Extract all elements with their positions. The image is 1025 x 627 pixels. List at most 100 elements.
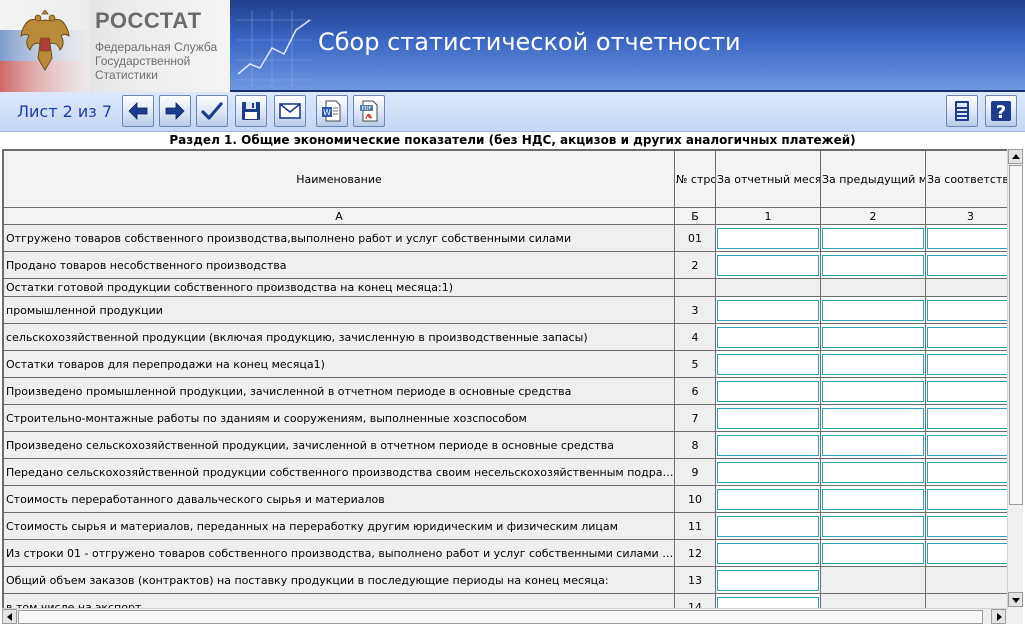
current-month-input[interactable] — [717, 461, 819, 483]
current-month-input[interactable] — [717, 380, 819, 402]
previous-month-input[interactable] — [822, 299, 924, 321]
row-number: 7 — [674, 404, 716, 432]
previous-month-input[interactable] — [822, 461, 924, 483]
row-name: Остатки готовой продукции собственного п… — [3, 278, 675, 297]
column-letter: А — [3, 207, 675, 225]
send-button[interactable] — [274, 95, 306, 127]
help-button[interactable]: ? — [985, 95, 1017, 127]
row-number: 12 — [674, 539, 716, 567]
table-row: Произведено промышленной продукции, зачи… — [3, 377, 1007, 405]
value-cell — [925, 458, 1007, 486]
current-month-input[interactable] — [717, 569, 819, 591]
last-year-month-input[interactable] — [927, 461, 1007, 483]
previous-month-input[interactable] — [822, 542, 924, 564]
table-row: Остатки готовой продукции собственного п… — [3, 278, 1007, 297]
scroll-down-button[interactable] — [1008, 592, 1023, 607]
brand-title: РОССТАТ — [95, 8, 202, 33]
value-cell — [925, 539, 1007, 567]
row-number: 14 — [674, 593, 716, 608]
column-header-current-month: За отчетный месяц — [715, 150, 821, 208]
table-row: в том числе на экспорт 14 — [3, 593, 1007, 608]
toolbar: Лист 2 из 7 W PDF ? — [0, 92, 1025, 132]
value-cell — [820, 224, 926, 252]
value-cell — [820, 539, 926, 567]
previous-month-input[interactable] — [822, 515, 924, 537]
value-cell — [715, 431, 821, 459]
scroll-right-button[interactable] — [991, 609, 1006, 624]
calculator-button[interactable] — [946, 95, 978, 127]
double-headed-eagle-emblem-icon — [20, 10, 70, 71]
last-year-month-input[interactable] — [927, 542, 1007, 564]
value-cell — [925, 296, 1007, 324]
prev-sheet-button[interactable] — [122, 95, 154, 127]
check-button[interactable] — [196, 95, 228, 127]
previous-month-input[interactable] — [822, 326, 924, 348]
scroll-up-button[interactable] — [1008, 149, 1023, 164]
last-year-month-input[interactable] — [927, 434, 1007, 456]
word-export-button[interactable]: W — [316, 95, 348, 127]
scroll-left-button[interactable] — [2, 609, 17, 624]
row-number: 2 — [674, 251, 716, 279]
value-cell — [820, 323, 926, 351]
previous-month-input[interactable] — [822, 254, 924, 276]
current-month-input[interactable] — [717, 227, 819, 249]
current-month-input[interactable] — [717, 326, 819, 348]
current-month-input[interactable] — [717, 434, 819, 456]
brand-subtitle-line-1: Федеральная Служба — [95, 40, 218, 54]
value-cell — [925, 512, 1007, 540]
value-cell — [715, 512, 821, 540]
current-month-input[interactable] — [717, 407, 819, 429]
row-name: промышленной продукции — [3, 296, 675, 324]
save-button[interactable] — [235, 95, 267, 127]
value-cell — [715, 296, 821, 324]
column-letters-row: А Б 1 2 3 — [3, 207, 1007, 225]
previous-month-input[interactable] — [822, 353, 924, 375]
previous-month-input[interactable] — [822, 488, 924, 510]
current-month-input[interactable] — [717, 488, 819, 510]
current-month-input[interactable] — [717, 299, 819, 321]
vertical-scrollbar[interactable] — [1007, 149, 1023, 608]
previous-month-input[interactable] — [822, 407, 924, 429]
row-name: Продано товаров несобственного производс… — [3, 251, 675, 279]
table-row: Общий объем заказов (контрактов) на пост… — [3, 566, 1007, 594]
table-row: сельскохозяйственной продукции (включая … — [3, 323, 1007, 351]
current-month-input[interactable] — [717, 542, 819, 564]
last-year-month-input[interactable] — [927, 488, 1007, 510]
last-year-month-input[interactable] — [927, 254, 1007, 276]
value-cell — [925, 404, 1007, 432]
pdf-export-button[interactable]: PDF — [353, 95, 385, 127]
triangle-up-icon — [1012, 154, 1020, 159]
row-name: сельскохозяйственной продукции (включая … — [3, 323, 675, 351]
column-header-row-number: № строки — [674, 150, 716, 208]
last-year-month-input[interactable] — [927, 227, 1007, 249]
column-letter: 1 — [715, 207, 821, 225]
app-title: Сбор статистической отчетности — [318, 28, 741, 56]
last-year-month-input[interactable] — [927, 515, 1007, 537]
previous-month-input[interactable] — [822, 434, 924, 456]
value-cell — [925, 251, 1007, 279]
previous-month-input[interactable] — [822, 227, 924, 249]
current-month-input[interactable] — [717, 515, 819, 537]
value-cell — [715, 377, 821, 405]
current-month-input[interactable] — [717, 254, 819, 276]
horizontal-scroll-thumb[interactable] — [18, 610, 983, 624]
current-month-input[interactable] — [717, 596, 819, 608]
form-table-viewport: Наименование № строки За отчетный месяц … — [2, 149, 1007, 608]
value-cell — [820, 377, 926, 405]
previous-month-input[interactable] — [822, 380, 924, 402]
last-year-month-input[interactable] — [927, 380, 1007, 402]
vertical-scroll-thumb[interactable] — [1009, 165, 1023, 505]
table-row: Стоимость сырья и материалов, переданных… — [3, 512, 1007, 540]
current-month-input[interactable] — [717, 353, 819, 375]
svg-text:?: ? — [996, 102, 1006, 123]
floppy-disk-icon — [242, 102, 260, 120]
last-year-month-input[interactable] — [927, 407, 1007, 429]
last-year-month-input[interactable] — [927, 299, 1007, 321]
line-graph-decoration-icon — [236, 10, 312, 86]
horizontal-scrollbar[interactable] — [2, 608, 1007, 624]
row-name: Стоимость переработанного давальческого … — [3, 485, 675, 513]
next-sheet-button[interactable] — [159, 95, 191, 127]
value-cell — [820, 593, 926, 608]
last-year-month-input[interactable] — [927, 353, 1007, 375]
last-year-month-input[interactable] — [927, 326, 1007, 348]
